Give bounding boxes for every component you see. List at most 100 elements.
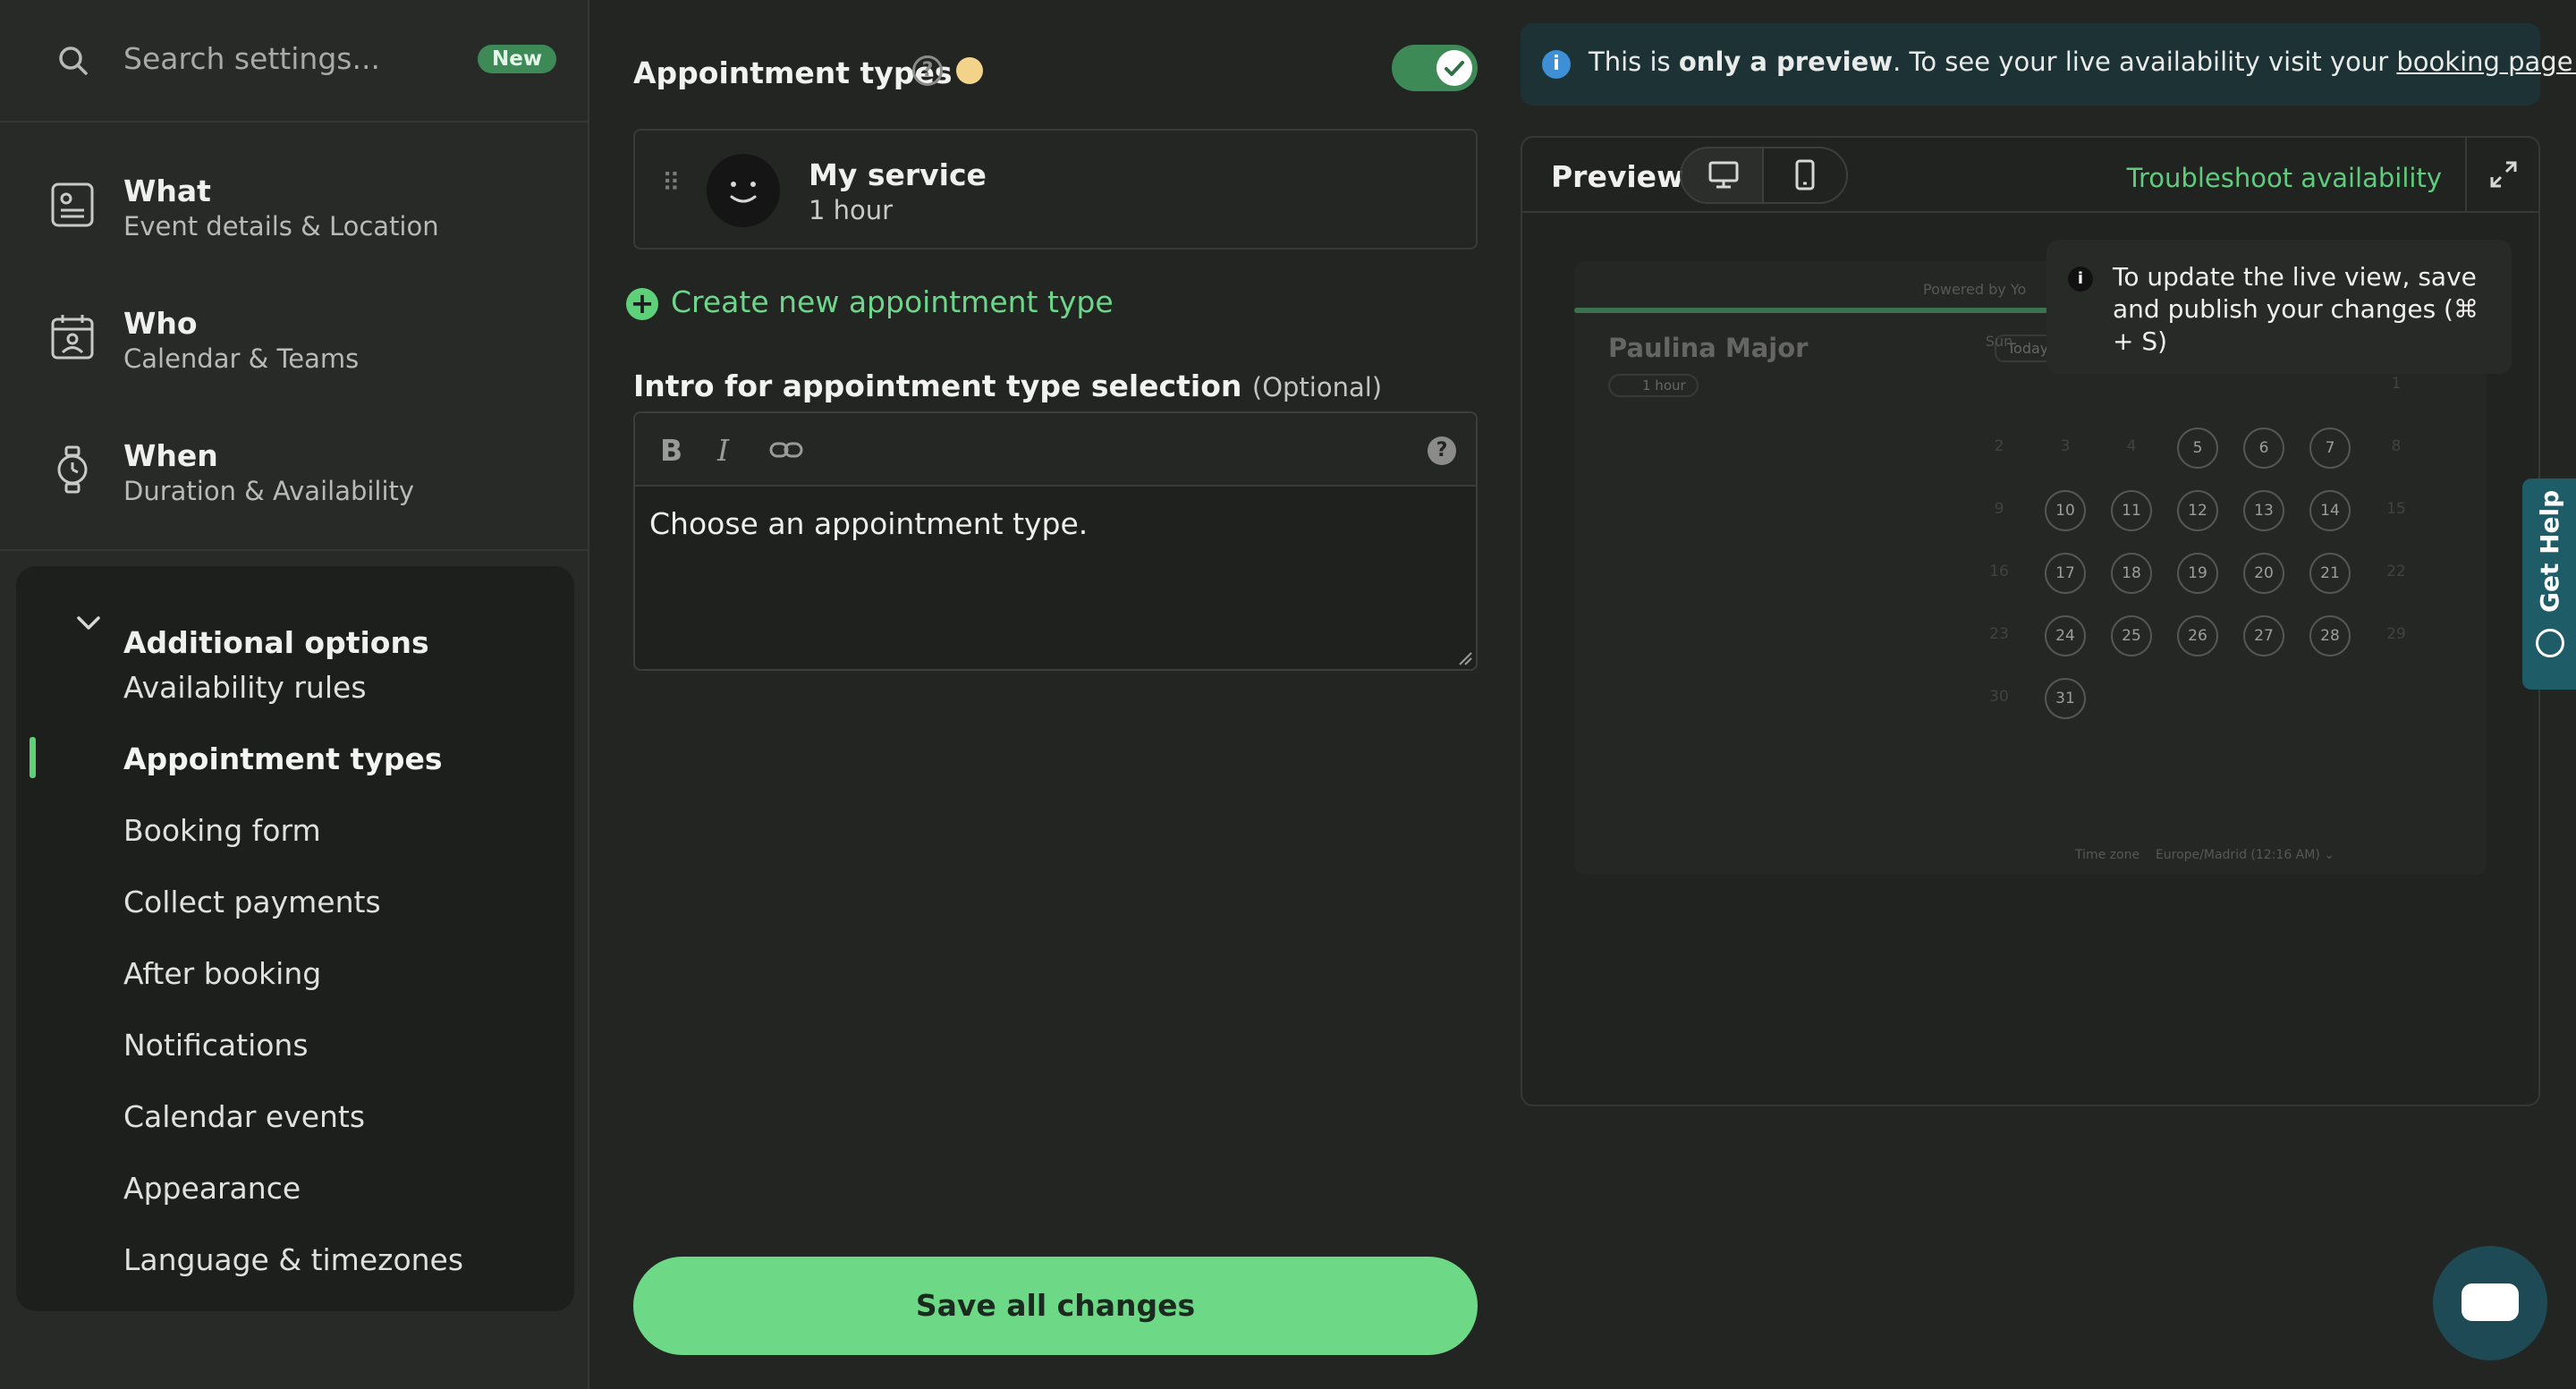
preview-header: Preview Troubleshoot availability [1522, 138, 2538, 213]
calendar-day: 15 [2386, 500, 2406, 518]
calendar-day[interactable]: 7 [2309, 428, 2351, 469]
calendar-day[interactable]: 10 [2045, 490, 2086, 531]
toggle-knob [1436, 50, 1472, 86]
editor-help-icon[interactable]: ? [1428, 436, 1456, 465]
search-bar[interactable]: Search settings... New [0, 0, 588, 123]
calendar-day[interactable]: 12 [2177, 490, 2218, 531]
editor-content[interactable]: Choose an appointment type. [649, 506, 1088, 541]
expand-preview-button[interactable] [2465, 138, 2538, 211]
intro-field-label: Intro for appointment type selection (Op… [633, 368, 1382, 403]
sidebar-item-language-timezones[interactable]: Language & timezones [123, 1242, 463, 1277]
tooltip-text: To update the live view, save and publis… [2113, 262, 2479, 356]
bold-icon[interactable]: B [660, 433, 682, 468]
expand-icon [2490, 161, 2517, 188]
save-all-changes-button[interactable]: Save all changes [633, 1257, 1478, 1355]
italic-icon[interactable]: I [717, 433, 729, 468]
appointment-types-toggle[interactable] [1392, 45, 1478, 91]
settings-sidebar: Search settings... New What Event detail… [0, 0, 589, 1389]
help-circle-icon [2536, 629, 2564, 657]
sidebar-section-who[interactable]: Who Calendar & Teams [0, 275, 588, 408]
calendar-day[interactable]: 17 [2045, 553, 2086, 594]
info-icon: i [1542, 50, 1571, 79]
troubleshoot-availability-link[interactable]: Troubleshoot availability [2127, 163, 2442, 193]
calendar-day[interactable]: 18 [2111, 553, 2152, 594]
timezone-selector[interactable]: Time zone Europe/Madrid (12:16 AM) ⌄ [2075, 848, 2334, 862]
chevron-down-icon [77, 616, 100, 630]
weekday-label: Sun [1985, 333, 2013, 350]
resize-handle-icon[interactable] [1456, 649, 1472, 665]
update-live-view-tooltip: i To update the live view, save and publ… [2046, 240, 2512, 374]
calendar-day[interactable]: 27 [2243, 615, 2284, 656]
help-circle-icon[interactable]: ? [912, 55, 943, 86]
create-appointment-type-label: Create new appointment type [671, 284, 1114, 319]
booking-page-link[interactable]: booking page link [2396, 47, 2576, 77]
calendar-day[interactable]: 6 [2243, 428, 2284, 469]
calendar-day[interactable]: 11 [2111, 490, 2152, 531]
sidebar-item-notifications[interactable]: Notifications [123, 1028, 309, 1063]
chat-button[interactable] [2433, 1246, 2547, 1360]
page-title: Appointment types [633, 55, 953, 90]
search-input[interactable]: Search settings... [123, 41, 380, 76]
service-card[interactable]: ⠿ My service 1 hour [633, 129, 1478, 250]
sidebar-item-appearance[interactable]: Appearance [123, 1171, 301, 1206]
sidebar-item-availability-rules[interactable]: Availability rules [123, 670, 367, 705]
calendar-day[interactable]: 25 [2111, 615, 2152, 656]
calendar-day[interactable]: 20 [2243, 553, 2284, 594]
calendar-day: 8 [2391, 437, 2402, 455]
chat-bubble-icon [2462, 1283, 2519, 1321]
desktop-view-button[interactable] [1682, 148, 1764, 202]
section-subtitle: Calendar & Teams [123, 343, 360, 374]
preview-title: Preview [1551, 159, 1684, 194]
sidebar-section-what[interactable]: What Event details & Location [0, 143, 588, 275]
sidebar-divider [0, 549, 588, 551]
service-avatar [707, 154, 780, 227]
intro-label-text: Intro for appointment type selection [633, 368, 1242, 403]
calendar-day[interactable]: 19 [2177, 553, 2218, 594]
device-switcher [1680, 147, 1848, 204]
calendar-day[interactable]: 26 [2177, 615, 2218, 656]
calendar-day: 22 [2386, 563, 2406, 580]
link-icon[interactable] [769, 438, 803, 462]
get-help-tab[interactable]: Get Help [2522, 479, 2576, 690]
search-icon [59, 47, 88, 75]
calendar-day: 4 [2126, 437, 2137, 455]
additional-options-panel: Additional options Availability rules Ap… [16, 566, 574, 1311]
section-subtitle: Duration & Availability [123, 476, 415, 506]
sidebar-item-after-booking[interactable]: After booking [123, 956, 321, 991]
sidebar-section-when[interactable]: When Duration & Availability [0, 408, 588, 540]
sidebar-item-booking-form[interactable]: Booking form [123, 813, 321, 848]
section-title: Who [123, 306, 198, 341]
calendar-day[interactable]: 13 [2243, 490, 2284, 531]
sidebar-item-calendar-events[interactable]: Calendar events [123, 1099, 365, 1134]
powered-by-label: Powered by Yo [1923, 281, 2027, 298]
drag-handle-icon[interactable]: ⠿ [662, 171, 682, 196]
mobile-view-button[interactable] [1764, 148, 1846, 202]
notice-text: This is only a preview. To see your live… [1589, 47, 2576, 77]
smiley-icon [730, 182, 757, 203]
plus-circle-icon: + [626, 288, 658, 320]
calendar-day: 30 [1989, 688, 2009, 706]
duration-pill: 1 hour [1608, 374, 1699, 397]
preview-accent-line [1574, 308, 2048, 313]
desktop-icon [1708, 161, 1739, 189]
sidebar-item-appointment-types[interactable]: Appointment types [123, 741, 443, 776]
preview-calendar: SunMonTueWedThuFriSat1234567891011121314… [1968, 333, 2478, 869]
calendar-day: 3 [2060, 437, 2071, 455]
calendar-day: 16 [1989, 563, 2009, 580]
service-name: My service [809, 157, 987, 192]
calendar-day[interactable]: 24 [2045, 615, 2086, 656]
calendar-day: 23 [1989, 625, 2009, 643]
calendar-day[interactable]: 31 [2045, 678, 2086, 719]
additional-options-title: Additional options [123, 625, 429, 660]
calendar-day[interactable]: 21 [2309, 553, 2351, 594]
sidebar-item-collect-payments[interactable]: Collect payments [123, 885, 381, 919]
get-help-label: Get Help [2535, 489, 2564, 613]
calendar-day[interactable]: 5 [2177, 428, 2218, 469]
check-icon [1445, 61, 1464, 76]
active-indicator [30, 737, 36, 778]
calendar-day: 29 [2386, 625, 2406, 643]
intro-rich-text-editor[interactable]: B I ? Choose an appointment type. [633, 411, 1478, 671]
calendar-day[interactable]: 14 [2309, 490, 2351, 531]
calendar-day[interactable]: 28 [2309, 615, 2351, 656]
section-title: When [123, 438, 218, 473]
